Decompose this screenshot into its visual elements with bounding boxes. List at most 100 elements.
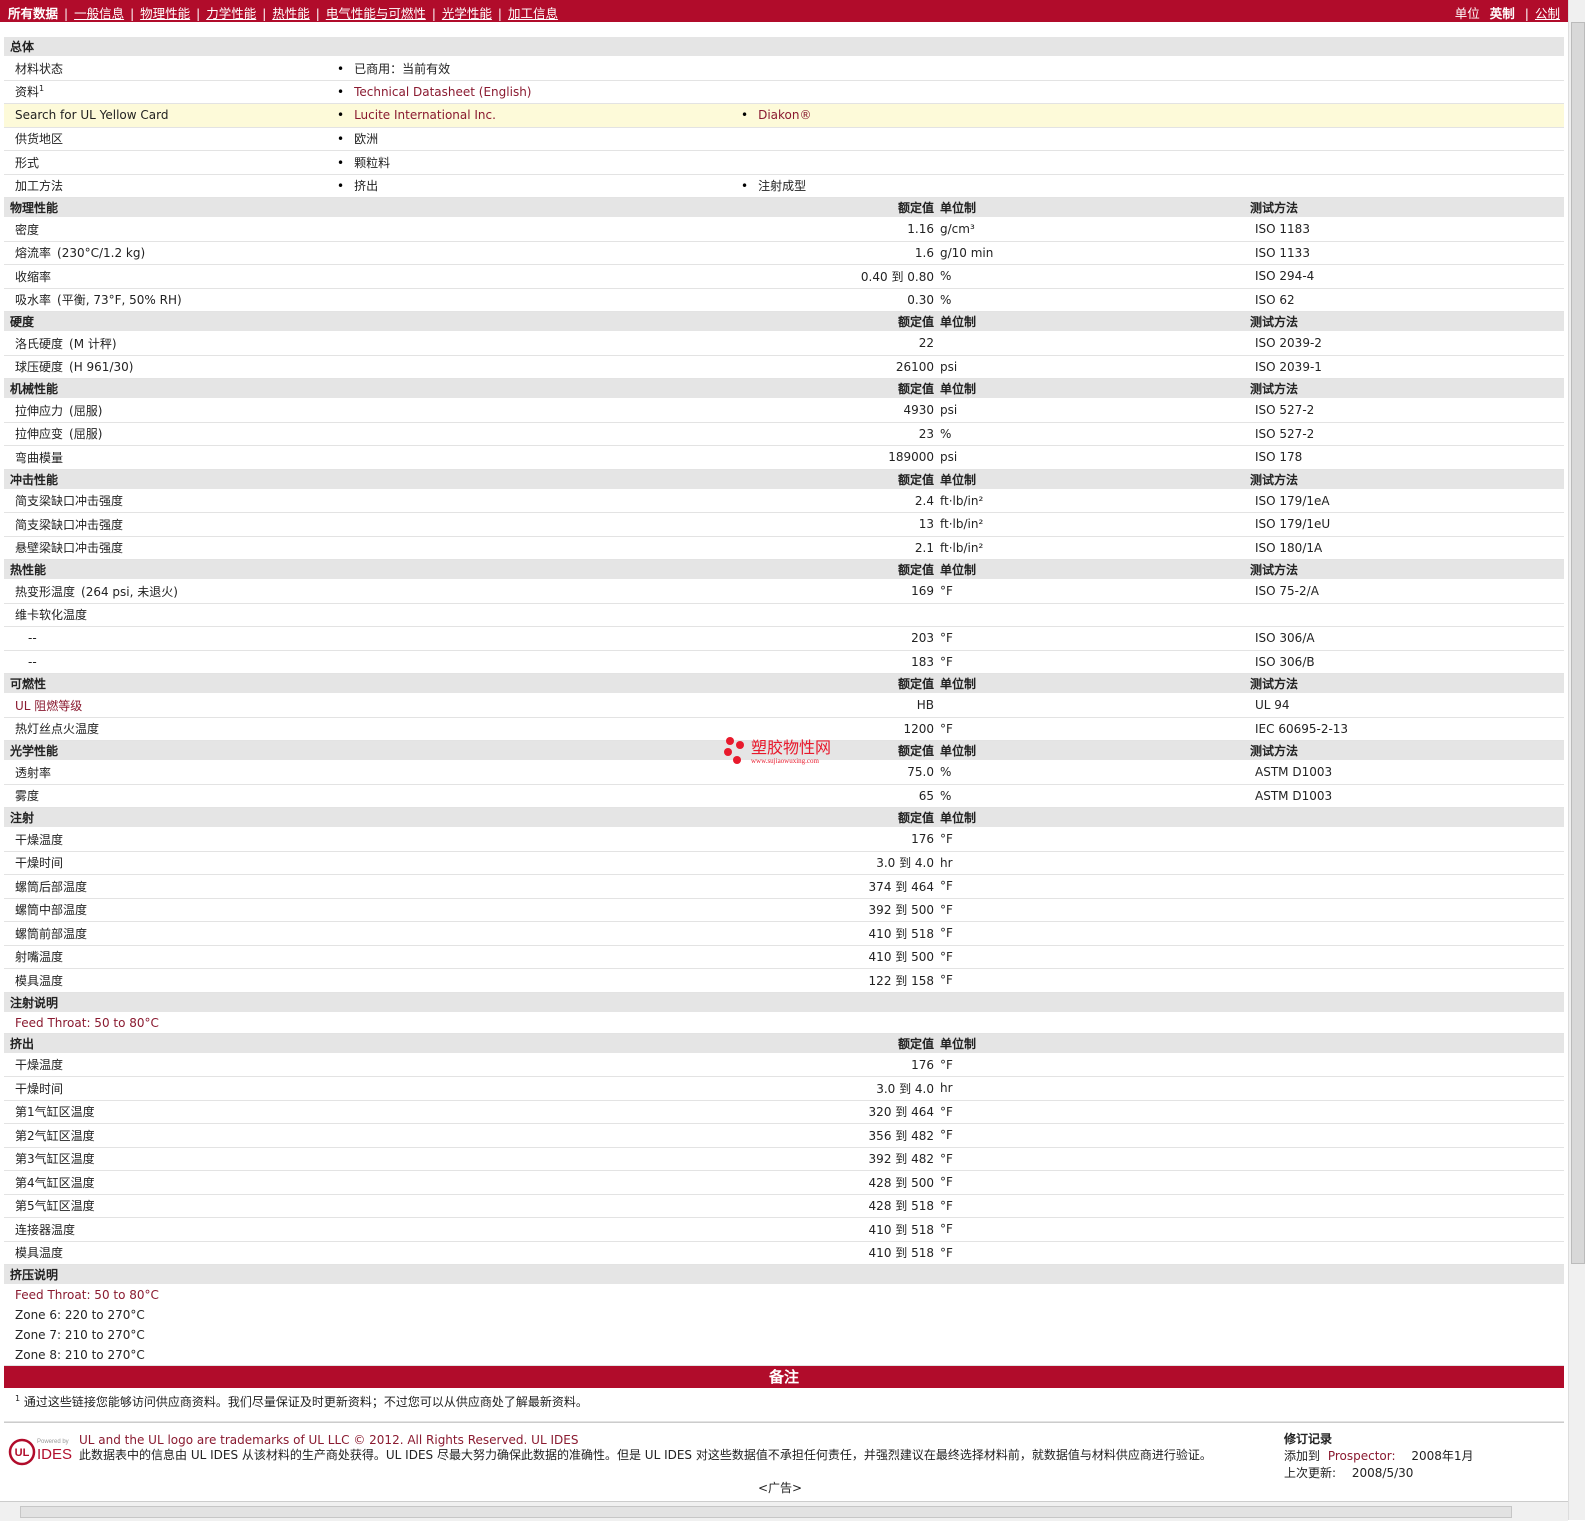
remarks-footnote: 1 通过这些链接您能够访问供应商资料。我们尽量保证及时更新资料；不过您可以从供应… (4, 1388, 1564, 1422)
test-method (1250, 1076, 1564, 1101)
label-text: 供货地区 (15, 132, 64, 147)
horizontal-scrollbar[interactable] (0, 1501, 1568, 1521)
horizontal-scroll-thumb[interactable] (20, 1506, 1512, 1518)
property-unit: °F (940, 1194, 1250, 1218)
label-text: 模具温度 (15, 1246, 64, 1261)
label-text[interactable]: UL 阻燃等级 (15, 699, 82, 713)
property-unit: % (940, 760, 1250, 785)
section-title: 总体 (4, 37, 1564, 57)
general-value: 颗粒料 (319, 150, 736, 175)
property-unit: ft·lb/in² (940, 489, 1250, 513)
property-row: 悬壁梁缺口冲击强度 2.1 ft·lb/in² ISO 180/1A (4, 536, 1564, 560)
nominal-header: 额定值 (584, 673, 940, 694)
section-title: 冲击性能 (4, 469, 584, 490)
nominal-header: 额定值 (584, 559, 940, 580)
test-method (1250, 921, 1564, 946)
property-row: 简支梁缺口冲击强度 2.4 ft·lb/in² ISO 179/1eA (4, 489, 1564, 513)
test-header: 测试方法 (1250, 740, 1564, 761)
label-text: 悬壁梁缺口冲击强度 (15, 541, 124, 556)
nav-separator: | (315, 7, 320, 21)
test-method: ISO 75-2/A (1250, 579, 1564, 604)
section-title: 光学性能 (4, 740, 584, 761)
test-header: 测试方法 (1250, 469, 1564, 490)
note-row: Feed Throat: 50 to 80°C (4, 1012, 1564, 1034)
property-unit: % (940, 784, 1250, 808)
property-unit: °F (940, 1170, 1250, 1195)
general-value: Lucite International Inc. (319, 103, 736, 128)
label-text: 螺筒前部温度 (15, 926, 88, 941)
trademark-line[interactable]: UL and the UL logo are trademarks of UL … (79, 1433, 1269, 1448)
vertical-scrollbar[interactable] (1568, 0, 1585, 1520)
value-text: 欧洲 (337, 132, 378, 146)
property-label: 拉伸应力 (屈服) (4, 398, 584, 423)
property-value: 122 到 158 (584, 968, 940, 993)
property-row: 螺筒后部温度 374 到 464 °F (4, 874, 1564, 899)
footnote-marker: 1 (15, 1394, 21, 1403)
nav-separator: | (262, 7, 267, 21)
nav-tab[interactable]: 一般信息 (74, 6, 124, 21)
vendor-link[interactable]: Lucite International Inc. (337, 108, 496, 122)
nav-tab[interactable]: 光学性能 (442, 6, 492, 21)
vendor-link[interactable]: Technical Datasheet (English) (337, 85, 531, 99)
section-header: 挤出 额定值 单位制 (4, 1033, 1564, 1054)
property-label: 球压硬度 (H 961/30) (4, 355, 584, 379)
general-table: 总体材料状态 已商用：当前有效资料1 Technical Datasheet (En… (4, 37, 1564, 198)
nav-tab[interactable]: 热性能 (272, 6, 310, 21)
property-value: 320 到 464 (584, 1100, 940, 1124)
property-value: 2.4 (584, 489, 940, 513)
svg-text:UL: UL (15, 1447, 30, 1459)
property-label: 第5气缸区温度 (4, 1194, 584, 1218)
property-label: 模具温度 (4, 968, 584, 993)
test-header: 测试方法 (1250, 378, 1564, 399)
property-label: -- (4, 650, 584, 674)
test-method (1250, 603, 1564, 627)
property-unit: g/cm³ (940, 217, 1250, 242)
vertical-scroll-thumb[interactable] (1571, 22, 1585, 1264)
property-value: 13 (584, 512, 940, 537)
units-imperial[interactable]: 英制 (1490, 6, 1515, 21)
general-label: 形式 (4, 150, 319, 175)
nominal-header: 额定值 (584, 807, 940, 828)
brand-link[interactable]: Diakon® (741, 108, 811, 122)
nav-tab[interactable]: 物理性能 (140, 6, 190, 21)
nav-tab[interactable]: 加工信息 (508, 6, 558, 21)
label-text: 拉伸应变 (15, 427, 64, 442)
test-method (1250, 1147, 1564, 1171)
general-row: Search for UL Yellow Card Lucite Internat… (4, 103, 1564, 128)
test-header: 测试方法 (1250, 198, 1564, 218)
section-title: 热性能 (4, 559, 584, 580)
property-value: 392 到 482 (584, 1147, 940, 1171)
property-value: 3.0 到 4.0 (584, 851, 940, 875)
label-text: 模具温度 (15, 973, 64, 988)
general-row: 资料1 Technical Datasheet (English) (4, 80, 1564, 104)
section-title: 可燃性 (4, 673, 584, 694)
property-unit: °F (940, 1147, 1250, 1171)
property-unit: °F (940, 945, 1250, 969)
label-text: 形式 (15, 155, 40, 170)
property-row: 维卡软化温度 (4, 603, 1564, 627)
property-row: 干燥温度 176 °F (4, 827, 1564, 852)
watermark-text: 塑胶物性网 (751, 738, 831, 757)
property-value: 1.16 (584, 217, 940, 242)
units-switch: 单位 英制 | 公制 (1454, 6, 1560, 21)
test-method (1250, 968, 1564, 993)
label-text: 干燥温度 (15, 1058, 64, 1073)
nav-separator: | (196, 7, 201, 21)
prospector-link[interactable]: Prospector: (1328, 1449, 1396, 1463)
property-label: 雾度 (4, 784, 584, 808)
test-method (1250, 898, 1564, 922)
units-metric[interactable]: 公制 (1535, 6, 1560, 21)
property-unit: °F (940, 626, 1250, 651)
logo-powered: Powered by (37, 1439, 69, 1445)
section-header: 挤压说明 (4, 1264, 1564, 1285)
ad-label[interactable]: <广告> (0, 1479, 1560, 1496)
nav-tab[interactable]: 所有数据 (8, 6, 58, 21)
property-row: UL 阻燃等级 HB UL 94 (4, 693, 1564, 718)
nav-tab[interactable]: 电气性能与可燃性 (326, 6, 426, 21)
note-text: Feed Throat: 50 to 80°C (4, 1012, 1564, 1034)
footnote-ref: 1 (39, 84, 45, 94)
property-value: 22 (584, 331, 940, 356)
label-text: 雾度 (15, 789, 40, 804)
property-value: HB (584, 693, 940, 718)
nav-tab[interactable]: 力学性能 (206, 6, 256, 21)
